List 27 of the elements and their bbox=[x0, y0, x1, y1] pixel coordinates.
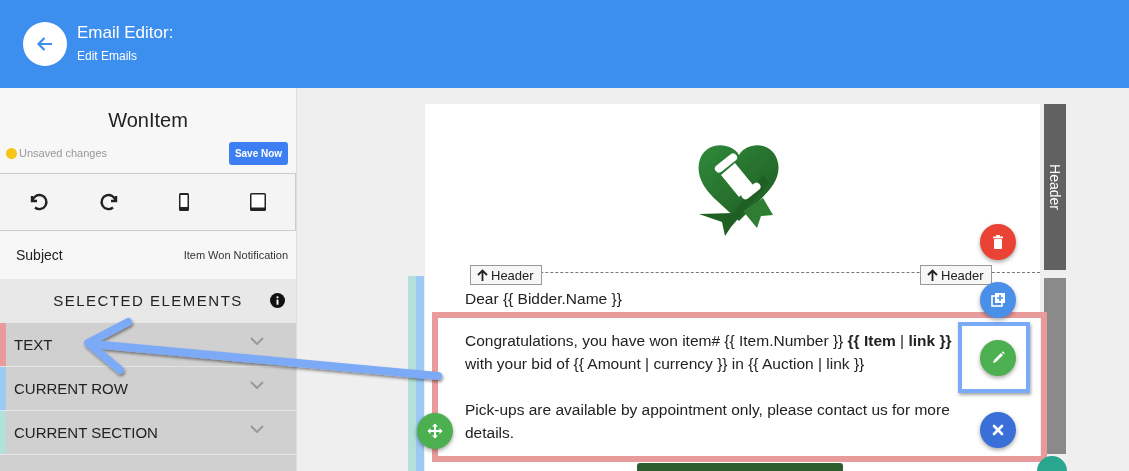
page-subtitle: Edit Emails bbox=[77, 49, 139, 63]
template-name: WonItem bbox=[107, 108, 189, 133]
back-button[interactable] bbox=[23, 22, 67, 66]
element-item[interactable]: CURRENT ROW bbox=[0, 366, 296, 410]
paragraph-text: Pick-ups are available by appointment only, please contact us for more details. bbox=[465, 400, 951, 443]
element-item[interactable]: CURRENT SECTION bbox=[0, 410, 296, 454]
header-tag[interactable]: Header bbox=[470, 265, 542, 285]
info-icon[interactable] bbox=[270, 293, 285, 308]
arrow-up-icon bbox=[927, 269, 938, 281]
highlight-outline bbox=[958, 322, 1030, 393]
status-text: Unsaved changes bbox=[19, 147, 108, 159]
copy-add-icon bbox=[988, 290, 1008, 310]
subject-label: Subject bbox=[16, 247, 63, 263]
section-title: SELECTED ELEMENTS bbox=[53, 292, 243, 309]
move-arrows-icon bbox=[425, 421, 445, 441]
section-tab[interactable]: Header bbox=[1044, 104, 1066, 270]
paragraph-text: Congratulations, you have won item# {{ Item.Number }} {{ Item | link }} with your bid of {{ Amount | currency }} in {{ Auction | link }} bbox=[465, 331, 953, 374]
back-arrow-icon bbox=[35, 34, 55, 54]
greeting-text: Dear {{ Bidder.Name }} bbox=[465, 289, 622, 309]
chevron-down-icon bbox=[250, 336, 264, 345]
page-title: Email Editor: bbox=[77, 23, 174, 43]
chevron-down-icon bbox=[250, 424, 264, 433]
chevron-down-icon bbox=[250, 380, 264, 389]
arrow-up-icon bbox=[477, 269, 488, 281]
save-button[interactable]: Save Now bbox=[229, 141, 288, 165]
header-tag[interactable]: Header bbox=[920, 265, 992, 285]
subject-value: Item Won Notification bbox=[183, 249, 288, 261]
